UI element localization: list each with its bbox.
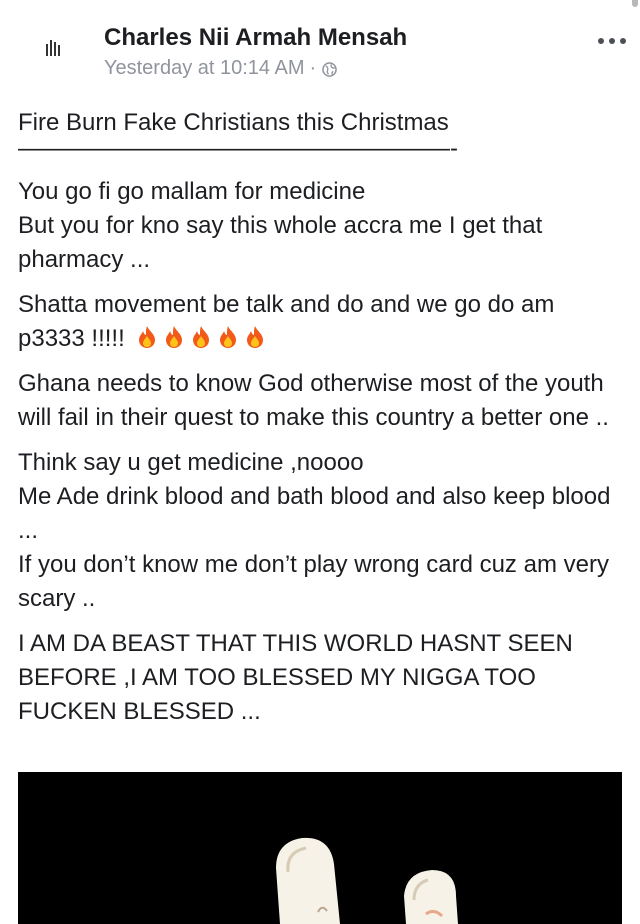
scrollbar-thumb[interactable] — [632, 0, 638, 7]
paragraph-line: But you for kno say this whole accra me … — [18, 212, 543, 273]
post-title-block: Fire Burn Fake Christians this Christmas… — [18, 106, 618, 164]
post-photo[interactable] — [18, 772, 622, 924]
post-header: Charles Nii Armah Mensah Yesterday at 10… — [0, 22, 640, 86]
paragraph-2: Shatta movement be talk and do and we go… — [18, 288, 618, 356]
globe-icon — [322, 62, 337, 77]
author-name[interactable]: Charles Nii Armah Mensah — [104, 24, 407, 52]
fire-emoji-icon — [247, 326, 264, 348]
paragraph-line: Shatta movement be talk and do and we go… — [18, 291, 555, 352]
paragraph-5: I AM DA BEAST THAT THIS WORLD HASNT SEEN… — [18, 627, 618, 729]
fire-emoji-row — [131, 325, 266, 352]
fire-emoji-icon — [220, 326, 237, 348]
post-text: Fire Burn Fake Christians this Christmas… — [18, 106, 618, 740]
paragraph-line: I AM DA BEAST THAT THIS WORLD HASNT SEEN… — [18, 630, 573, 725]
paragraph-4: Think say u get medicine ,noooo Me Ade d… — [18, 446, 618, 616]
paragraph-line: If you don’t know me don’t play wrong ca… — [18, 551, 609, 612]
text-divider: ——————————————————- — [18, 135, 458, 162]
photo-illustration — [276, 837, 458, 924]
paragraph-line: Ghana needs to know God otherwise most o… — [18, 370, 609, 431]
paragraph-line: Me Ade drink blood and bath blood and al… — [18, 483, 611, 544]
fire-emoji-icon — [139, 326, 156, 348]
fire-emoji-icon — [166, 326, 183, 348]
fire-emoji-icon — [193, 326, 210, 348]
meta-separator: · — [309, 57, 317, 79]
post-timestamp[interactable]: Yesterday at 10:14 AM — [104, 57, 305, 80]
paragraph-1: You go fi go mallam for medicine But you… — [18, 175, 618, 277]
paragraph-line: You go fi go mallam for medicine — [18, 178, 366, 205]
paragraph-3: Ghana needs to know God otherwise most o… — [18, 367, 618, 435]
paragraph-line: Think say u get medicine ,noooo — [18, 449, 364, 476]
avatar[interactable] — [44, 38, 62, 58]
post-meta: Yesterday at 10:14 AM · — [104, 57, 337, 80]
more-options-icon[interactable] — [594, 28, 630, 54]
